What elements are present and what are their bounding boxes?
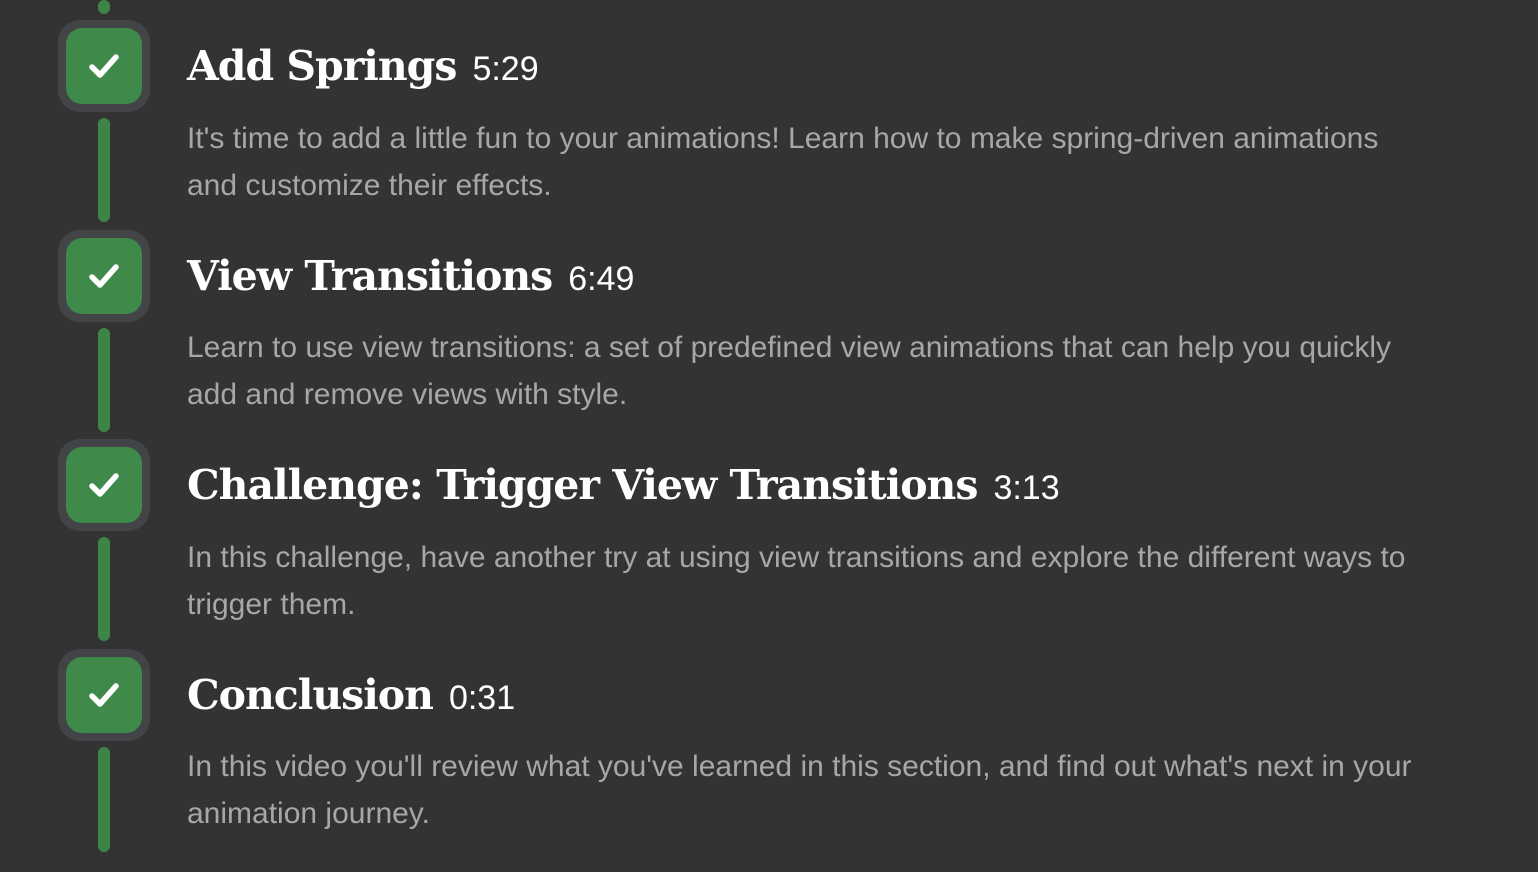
lesson-timeline: Add Springs 5:29 It's time to add a litt… [0,0,1538,872]
completion-badge-fill [66,28,142,104]
lesson-duration: 3:13 [993,469,1060,507]
lesson-duration: 6:49 [568,260,635,298]
lesson-item-view-transitions[interactable]: View Transitions 6:49 Learn to use view … [0,230,1538,440]
timeline-connector [98,537,110,641]
timeline-connector [98,328,110,432]
lesson-title[interactable]: Add Springs [187,42,457,90]
lesson-description: It's time to add a little fun to your an… [187,122,1379,202]
timeline-connector-top [98,0,110,14]
completion-badge[interactable] [58,439,150,531]
lesson-title-row[interactable]: Add Springs 5:29 [187,42,539,90]
completion-badge[interactable] [58,649,150,741]
completion-badge-fill [66,238,142,314]
checkmark-icon [89,683,119,707]
completion-badge[interactable] [58,20,150,112]
lesson-description: In this challenge, have another try at u… [187,541,1406,621]
checkmark-icon [89,473,119,497]
timeline-connector [98,118,110,222]
lesson-title-row[interactable]: View Transitions 6:49 [187,252,634,300]
timeline-connector [98,747,110,852]
checkmark-icon [89,264,119,288]
lesson-title-row[interactable]: Challenge: Trigger View Transitions 3:13 [187,461,1060,509]
checkmark-icon [89,54,119,78]
lesson-item-add-springs[interactable]: Add Springs 5:29 It's time to add a litt… [0,20,1538,230]
lesson-title[interactable]: Challenge: Trigger View Transitions [187,461,978,509]
lesson-duration: 5:29 [472,50,539,88]
lesson-item-challenge-trigger-view-transitions[interactable]: Challenge: Trigger View Transitions 3:13… [0,439,1538,649]
lesson-description: Learn to use view transitions: a set of … [187,331,1392,411]
lesson-item-conclusion[interactable]: Conclusion 0:31 In this video you'll rev… [0,649,1538,859]
lesson-duration: 0:31 [448,679,516,717]
completion-badge-fill [66,447,142,523]
lesson-title[interactable]: View Transitions [187,252,553,300]
lesson-title[interactable]: Conclusion [187,671,434,719]
completion-badge-fill [66,657,142,733]
lesson-description: In this video you'll review what you've … [187,750,1412,830]
lesson-title-row[interactable]: Conclusion 0:31 [187,671,515,719]
completion-badge[interactable] [58,230,150,322]
